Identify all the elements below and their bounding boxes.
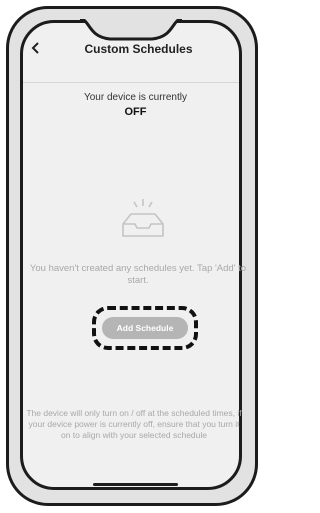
add-schedule-highlight: Add Schedule xyxy=(92,306,198,350)
page-title: Custom Schedules xyxy=(84,42,193,56)
empty-state-message: You haven't created any schedules yet. T… xyxy=(29,263,247,286)
top-bar: Custom Schedules xyxy=(0,36,267,60)
inbox-tray-icon xyxy=(122,199,164,237)
schedule-info-note: The device will only turn on / off at th… xyxy=(26,408,242,440)
device-status-value: OFF xyxy=(124,106,147,118)
add-schedule-button[interactable]: Add Schedule xyxy=(102,317,188,339)
device-status-label: Your device is currently xyxy=(83,92,187,103)
header-divider xyxy=(23,82,239,83)
home-indicator xyxy=(93,483,178,486)
